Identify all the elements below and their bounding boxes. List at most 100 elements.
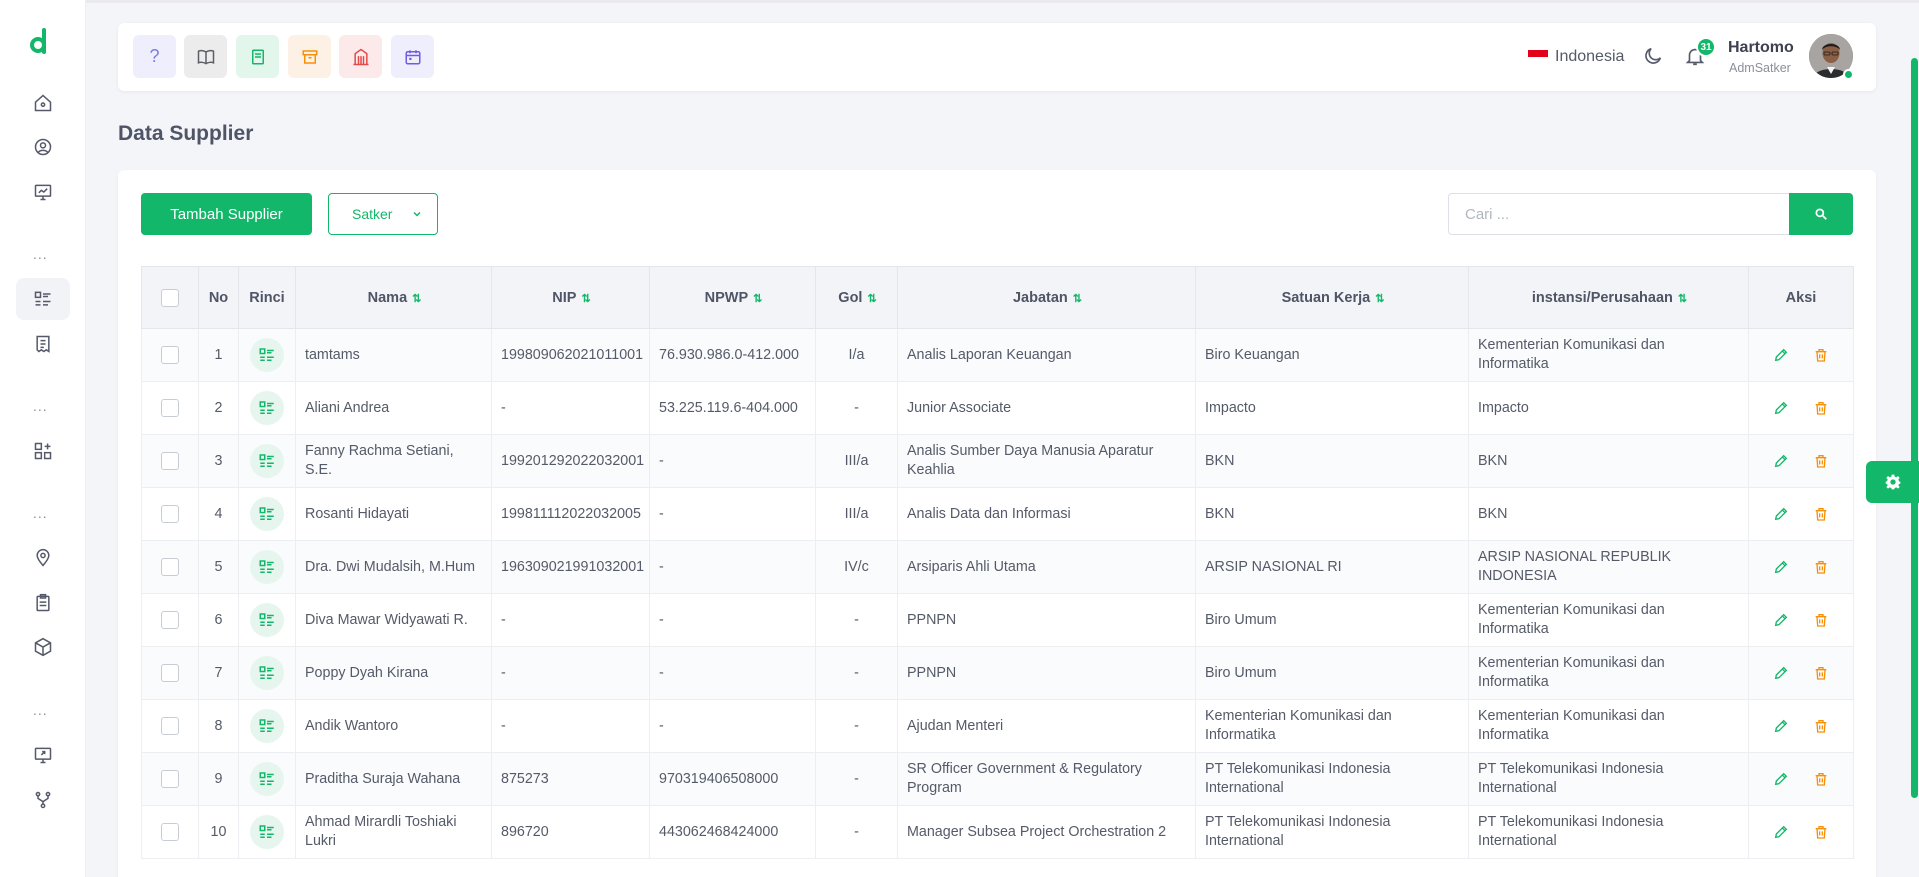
user-circle-icon[interactable] (16, 126, 70, 168)
delete-button[interactable] (1811, 398, 1831, 418)
select-all-checkbox[interactable] (161, 288, 179, 307)
page-scrollbar[interactable] (1911, 58, 1918, 798)
building-button[interactable] (339, 35, 382, 78)
column-header-nip[interactable]: NIP ⇅ (491, 266, 650, 329)
cell-jabatan: Analis Data dan Informasi (897, 487, 1196, 541)
delete-button[interactable] (1811, 557, 1831, 577)
row-checkbox[interactable] (161, 398, 179, 417)
cell-satuan-kerja: PT Telekomunikasi Indonesia Internationa… (1195, 752, 1469, 806)
cell-instansi: ARSIP NASIONAL REPUBLIK INDONESIA (1468, 540, 1749, 594)
row-checkbox[interactable] (161, 769, 179, 788)
detail-button[interactable] (250, 338, 284, 372)
delete-button[interactable] (1811, 716, 1831, 736)
cell-satuan-kerja: ARSIP NASIONAL RI (1195, 540, 1469, 594)
detail-button[interactable] (250, 762, 284, 796)
search-input[interactable] (1448, 193, 1789, 235)
sort-icon[interactable]: ⇅ (412, 293, 421, 305)
sort-icon[interactable]: ⇅ (1375, 293, 1384, 305)
column-header-instansi[interactable]: instansi/Perusahaan ⇅ (1468, 266, 1749, 329)
edit-button[interactable] (1771, 716, 1791, 736)
edit-button[interactable] (1771, 345, 1791, 365)
home-icon[interactable] (16, 82, 70, 124)
chart-monitor-icon[interactable] (16, 171, 70, 213)
moon-icon (1645, 47, 1662, 64)
list-detail-icon (259, 719, 274, 732)
sort-icon[interactable]: ⇅ (1073, 293, 1082, 305)
pencil-icon (1774, 507, 1788, 521)
row-checkbox[interactable] (161, 822, 179, 841)
row-select-cell (141, 540, 199, 594)
screen-share-icon[interactable] (16, 734, 70, 776)
clipboard-icon[interactable] (16, 582, 70, 624)
edit-button[interactable] (1771, 822, 1791, 842)
list-icon[interactable] (16, 278, 70, 320)
delete-button[interactable] (1811, 504, 1831, 524)
column-header-jabatan[interactable]: Jabatan ⇅ (897, 266, 1196, 329)
detail-button[interactable] (250, 656, 284, 690)
row-checkbox[interactable] (161, 716, 179, 735)
row-checkbox[interactable] (161, 504, 179, 523)
column-header-npwp[interactable]: NPWP ⇅ (649, 266, 816, 329)
detail-button[interactable] (250, 391, 284, 425)
row-select-cell (141, 434, 199, 488)
map-pin-icon[interactable] (16, 537, 70, 579)
chevron-down-icon (413, 211, 421, 217)
detail-button[interactable] (250, 550, 284, 584)
column-header-gol[interactable]: Gol ⇅ (815, 266, 898, 329)
archive-button[interactable] (288, 35, 331, 78)
edit-button[interactable] (1771, 451, 1791, 471)
add-supplier-button[interactable]: Tambah Supplier (141, 193, 312, 235)
row-checkbox[interactable] (161, 345, 179, 364)
cell-aksi (1748, 328, 1854, 382)
column-header-satuan-kerja[interactable]: Satuan Kerja ⇅ (1195, 266, 1469, 329)
delete-button[interactable] (1811, 769, 1831, 789)
table-row: 2 Aliani Andrea -53.225.119.6-404.000- Juni… (141, 381, 1854, 435)
detail-button[interactable] (250, 709, 284, 743)
detail-button[interactable] (250, 444, 284, 478)
delete-button[interactable] (1811, 345, 1831, 365)
sort-icon[interactable]: ⇅ (581, 293, 590, 305)
delete-button[interactable] (1811, 663, 1831, 683)
receipt-icon[interactable] (16, 323, 70, 365)
delete-button[interactable] (1811, 610, 1831, 630)
cell-nama: Ahmad Mirardli Toshiaki Lukri (295, 805, 492, 859)
calendar-button[interactable] (391, 35, 434, 78)
cell-gol: III/a (815, 434, 898, 488)
search-button[interactable] (1789, 193, 1853, 235)
row-checkbox[interactable] (161, 610, 179, 629)
detail-button[interactable] (250, 603, 284, 637)
sort-icon[interactable]: ⇅ (1678, 293, 1687, 305)
row-checkbox[interactable] (161, 663, 179, 682)
cell-jabatan: SR Officer Government & Regulatory Progr… (897, 752, 1196, 806)
row-checkbox[interactable] (161, 451, 179, 470)
edit-button[interactable] (1771, 663, 1791, 683)
cell-npwp: - (649, 593, 816, 647)
notebook-button[interactable] (236, 35, 279, 78)
cell-jabatan: Junior Associate (897, 381, 1196, 435)
cell-instansi: Kementerian Komunikasi dan Informatika (1468, 646, 1749, 700)
language-selector[interactable]: Indonesia (1555, 48, 1624, 66)
detail-button[interactable] (250, 815, 284, 849)
dark-mode-toggle[interactable] (1642, 45, 1664, 72)
app-logo[interactable] (30, 28, 54, 58)
edit-button[interactable] (1771, 398, 1791, 418)
detail-button[interactable] (250, 497, 284, 531)
edit-button[interactable] (1771, 610, 1791, 630)
delete-button[interactable] (1811, 822, 1831, 842)
cube-icon[interactable] (16, 626, 70, 668)
book-button[interactable] (184, 35, 227, 78)
row-checkbox[interactable] (161, 557, 179, 576)
column-header-nama[interactable]: Nama ⇅ (295, 266, 492, 329)
help-button[interactable]: ? (133, 35, 176, 78)
grid-plus-icon[interactable] (16, 430, 70, 472)
sort-icon[interactable]: ⇅ (867, 293, 876, 305)
edit-button[interactable] (1771, 557, 1791, 577)
trash-icon (1815, 455, 1827, 468)
delete-button[interactable] (1811, 451, 1831, 471)
edit-button[interactable] (1771, 504, 1791, 524)
branch-icon[interactable] (16, 779, 70, 821)
edit-button[interactable] (1771, 769, 1791, 789)
list-detail-icon (259, 666, 274, 679)
sort-icon[interactable]: ⇅ (753, 293, 762, 305)
satker-filter-select[interactable]: Satker (328, 193, 438, 235)
